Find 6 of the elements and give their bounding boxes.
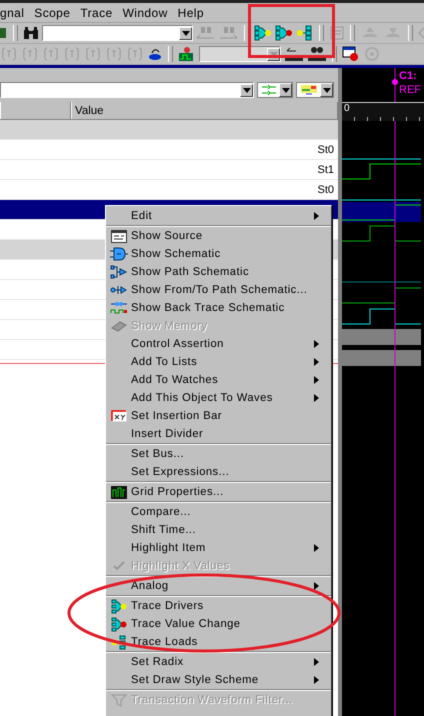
table-cell: St1 <box>317 164 334 176</box>
ruler-label: 0 <box>344 103 350 114</box>
table-cell: St0 <box>317 144 334 156</box>
table-cell: St0 <box>317 184 334 196</box>
cursor-label: C1: <box>399 70 417 82</box>
cursor-reference: REF <box>399 84 421 96</box>
